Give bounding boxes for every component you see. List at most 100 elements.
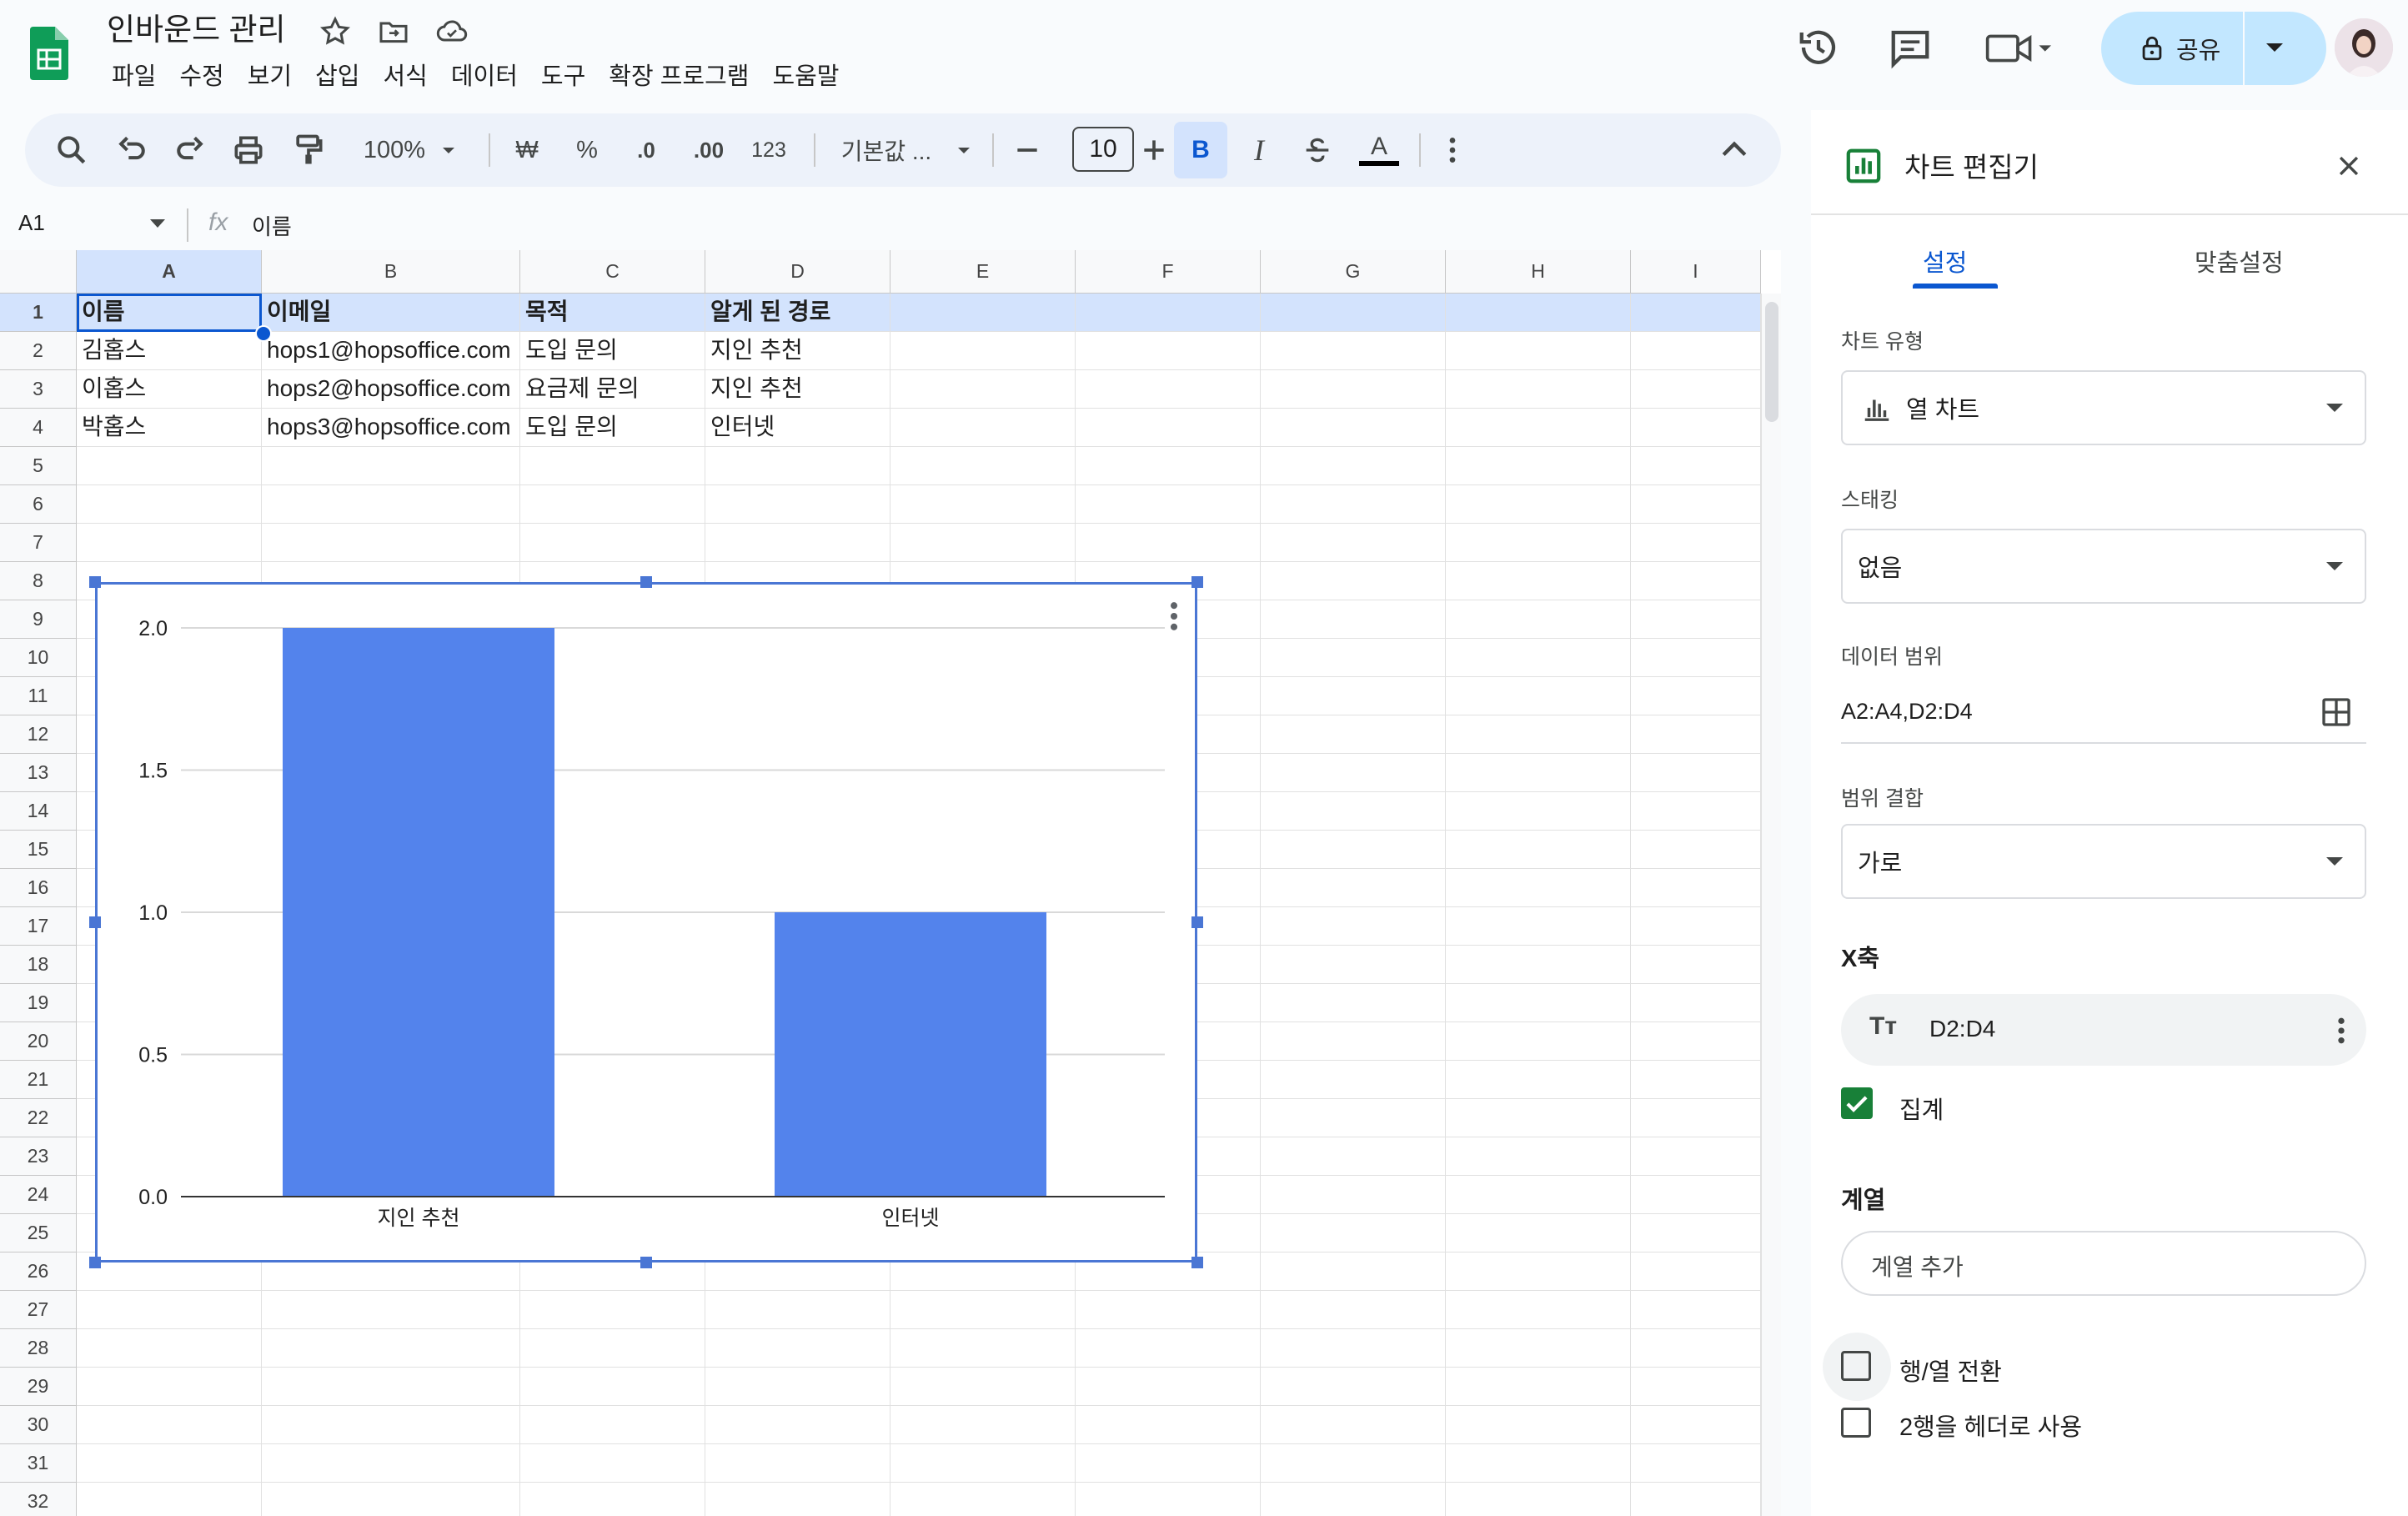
table-cell[interactable] xyxy=(1261,715,1446,754)
table-cell[interactable] xyxy=(1076,370,1261,409)
table-cell[interactable] xyxy=(1446,485,1631,524)
table-cell[interactable] xyxy=(1446,1483,1631,1516)
aggregate-checkbox[interactable] xyxy=(1841,1087,1873,1119)
version-history-icon[interactable] xyxy=(1796,25,1841,70)
table-cell[interactable] xyxy=(1076,1444,1261,1483)
table-cell[interactable] xyxy=(1631,1022,1761,1061)
table-cell[interactable] xyxy=(1631,907,1761,946)
name-box-dropdown-icon[interactable] xyxy=(148,217,167,230)
table-cell[interactable] xyxy=(1631,1329,1761,1368)
row-header[interactable]: 2 xyxy=(0,332,77,370)
resize-handle-right[interactable] xyxy=(1191,916,1203,928)
table-cell[interactable] xyxy=(1631,1444,1761,1483)
strikethrough-icon[interactable] xyxy=(1301,132,1334,168)
row-header[interactable]: 14 xyxy=(0,792,77,831)
table-cell[interactable] xyxy=(1446,409,1631,447)
print-icon[interactable] xyxy=(230,132,267,168)
row-header[interactable]: 21 xyxy=(0,1061,77,1099)
table-cell[interactable] xyxy=(705,524,890,562)
row-header[interactable]: 20 xyxy=(0,1022,77,1061)
star-icon[interactable] xyxy=(319,15,352,48)
embedded-chart[interactable]: 0.0 0.5 1.0 1.5 2.0 지인 추천 인터넷 xyxy=(95,582,1197,1262)
table-cell[interactable]: 요금제 문의 xyxy=(520,370,705,409)
vertical-scrollbar[interactable] xyxy=(1761,294,1781,1516)
table-cell[interactable] xyxy=(1261,1252,1446,1291)
row-header[interactable]: 12 xyxy=(0,715,77,754)
row-header[interactable]: 30 xyxy=(0,1406,77,1444)
x-axis-chip[interactable]: Tт D2:D4 xyxy=(1841,994,2366,1066)
increase-font-size-icon[interactable] xyxy=(1137,132,1171,168)
table-cell[interactable] xyxy=(1446,869,1631,907)
table-cell[interactable] xyxy=(1261,1137,1446,1176)
table-cell[interactable] xyxy=(1076,1406,1261,1444)
table-cell[interactable] xyxy=(705,1291,890,1329)
table-cell[interactable] xyxy=(1261,869,1446,907)
table-cell[interactable] xyxy=(1446,715,1631,754)
more-options-icon[interactable] xyxy=(1436,132,1469,168)
redo-icon[interactable] xyxy=(172,132,208,168)
table-cell[interactable] xyxy=(1631,1368,1761,1406)
cloud-saved-icon[interactable] xyxy=(435,15,469,48)
table-cell[interactable] xyxy=(1446,370,1631,409)
table-cell[interactable]: 박홉스 xyxy=(77,409,262,447)
table-cell[interactable] xyxy=(890,1329,1076,1368)
table-cell[interactable] xyxy=(1631,792,1761,831)
table-cell[interactable] xyxy=(1446,984,1631,1022)
table-cell[interactable] xyxy=(1261,1099,1446,1137)
row-header[interactable]: 7 xyxy=(0,524,77,562)
table-cell[interactable] xyxy=(1261,946,1446,984)
table-cell[interactable] xyxy=(1631,1406,1761,1444)
table-cell[interactable] xyxy=(1261,1406,1446,1444)
table-cell[interactable] xyxy=(77,1329,262,1368)
table-cell[interactable] xyxy=(1261,984,1446,1022)
meet-video-icon[interactable] xyxy=(1984,30,2051,67)
table-cell[interactable] xyxy=(1446,1061,1631,1099)
table-cell[interactable] xyxy=(77,447,262,485)
column-header[interactable]: C xyxy=(520,250,705,294)
row-header[interactable]: 28 xyxy=(0,1329,77,1368)
resize-handle-top-right[interactable] xyxy=(1191,576,1203,588)
close-icon[interactable] xyxy=(2335,152,2363,180)
table-cell[interactable] xyxy=(1261,1291,1446,1329)
table-cell[interactable] xyxy=(520,1291,705,1329)
table-cell[interactable] xyxy=(1261,831,1446,869)
row-header[interactable]: 13 xyxy=(0,754,77,792)
table-cell[interactable]: 알게 된 경로 xyxy=(705,294,890,332)
table-cell[interactable] xyxy=(1631,332,1761,370)
table-cell[interactable]: 지인 추천 xyxy=(705,370,890,409)
search-menus-icon[interactable] xyxy=(53,132,90,168)
table-cell[interactable] xyxy=(1631,754,1761,792)
table-cell[interactable] xyxy=(890,294,1076,332)
table-cell[interactable] xyxy=(1446,294,1631,332)
tab-customize[interactable]: 맞춤설정 xyxy=(2195,243,2284,279)
account-avatar[interactable] xyxy=(2335,18,2393,77)
table-cell[interactable] xyxy=(262,1291,520,1329)
table-cell[interactable] xyxy=(262,1444,520,1483)
table-cell[interactable] xyxy=(1076,1329,1261,1368)
decrease-decimal-button[interactable]: .0 xyxy=(625,132,667,168)
row-header[interactable]: 17 xyxy=(0,907,77,946)
table-cell[interactable] xyxy=(1261,332,1446,370)
resize-handle-left[interactable] xyxy=(89,916,101,928)
table-cell[interactable] xyxy=(1261,370,1446,409)
table-cell[interactable]: 목적 xyxy=(520,294,705,332)
collapse-menus-icon[interactable] xyxy=(1716,132,1753,168)
table-cell[interactable] xyxy=(520,1406,705,1444)
table-cell[interactable] xyxy=(262,485,520,524)
row-header[interactable]: 8 xyxy=(0,562,77,600)
row-header[interactable]: 23 xyxy=(0,1137,77,1176)
table-cell[interactable] xyxy=(520,1444,705,1483)
table-cell[interactable] xyxy=(520,524,705,562)
table-cell[interactable]: hops1@hopsoffice.com xyxy=(262,332,520,370)
table-cell[interactable] xyxy=(705,1329,890,1368)
row-header[interactable]: 22 xyxy=(0,1099,77,1137)
table-cell[interactable] xyxy=(890,1368,1076,1406)
table-cell[interactable] xyxy=(520,485,705,524)
table-cell[interactable] xyxy=(1261,1176,1446,1214)
table-cell[interactable] xyxy=(1631,1176,1761,1214)
table-cell[interactable] xyxy=(1261,600,1446,639)
row-header[interactable]: 18 xyxy=(0,946,77,984)
table-cell[interactable] xyxy=(1631,370,1761,409)
table-cell[interactable] xyxy=(1631,1252,1761,1291)
resize-handle-top-left[interactable] xyxy=(89,576,101,588)
